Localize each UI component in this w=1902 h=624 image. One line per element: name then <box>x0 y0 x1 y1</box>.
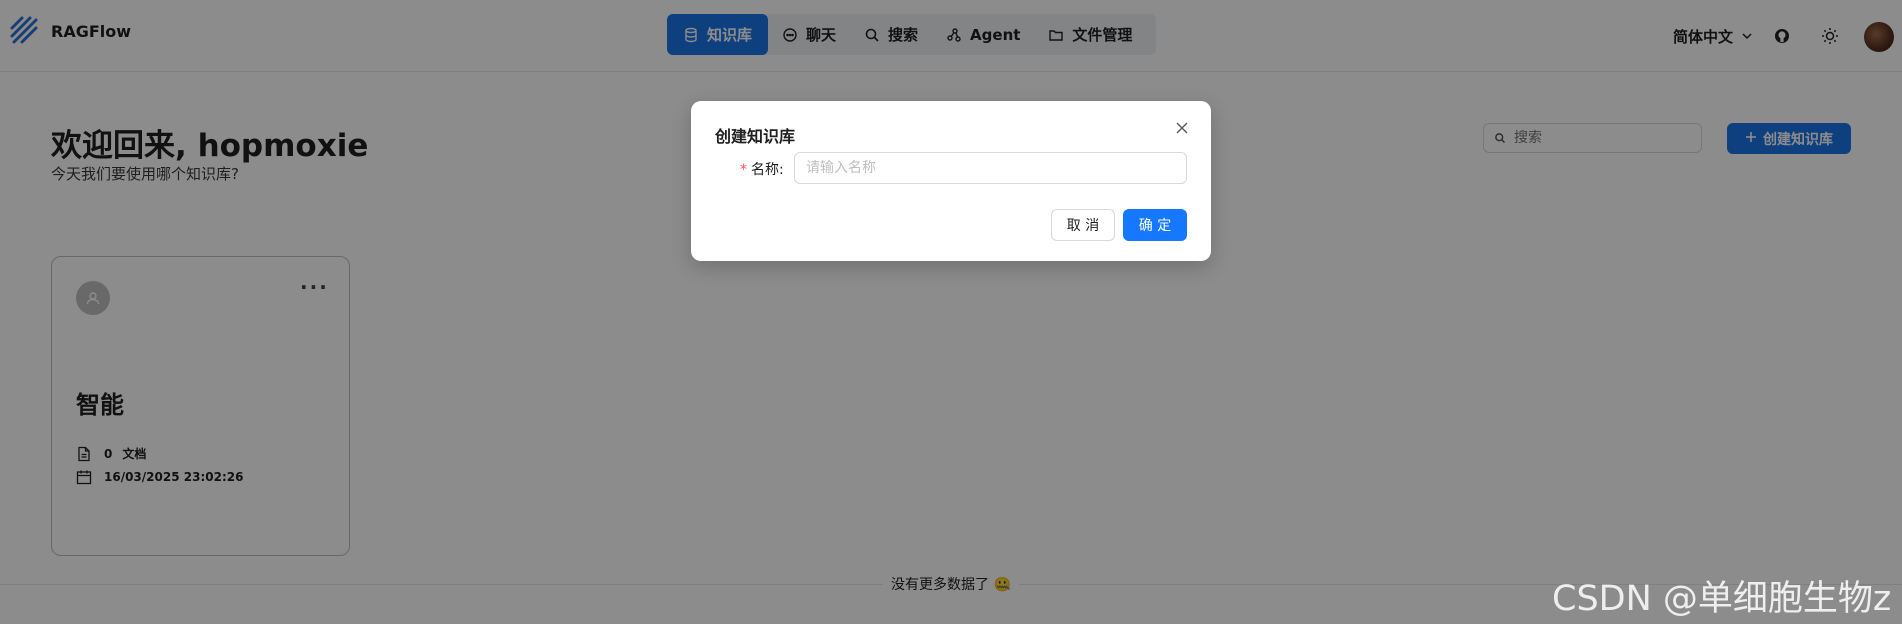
required-mark: * <box>740 162 747 178</box>
label-colon: : <box>779 162 784 178</box>
close-icon[interactable] <box>1173 119 1191 137</box>
create-kb-dialog: 创建知识库 *名称: 取 消 确 定 <box>691 101 1211 261</box>
modal-overlay[interactable] <box>0 0 1902 624</box>
name-field-label: * 名称: <box>740 159 784 179</box>
dialog-title: 创建知识库 <box>715 127 796 146</box>
name-label-text: 名称 <box>751 162 779 178</box>
watermark: CSDN @单细胞生物z <box>1552 579 1892 619</box>
confirm-button[interactable]: 确 定 <box>1123 209 1187 241</box>
cancel-button[interactable]: 取 消 <box>1051 209 1115 241</box>
app-root: RAGFlow 知识库 聊天 搜索 Agent 文件管理 简体中文 欢迎回来, … <box>0 0 1902 624</box>
name-input[interactable] <box>794 152 1187 184</box>
